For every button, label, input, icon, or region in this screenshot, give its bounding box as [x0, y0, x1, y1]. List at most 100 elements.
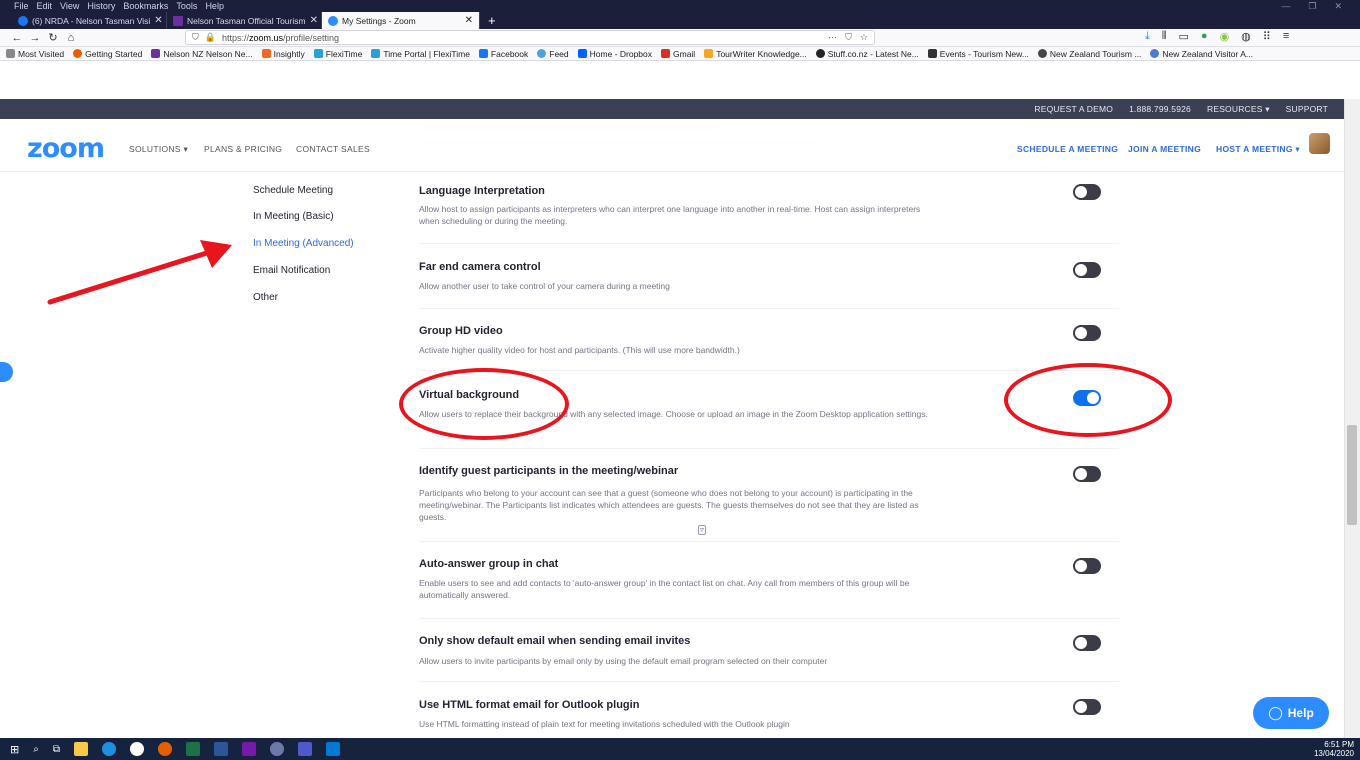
windows-start-icon[interactable]: ⊞ — [10, 743, 19, 756]
hamburger-menu-icon[interactable]: ≡ — [1283, 30, 1289, 43]
tab-nrda[interactable]: (6) NRDA - Nelson Tasman Visi ✕ — [12, 12, 167, 29]
pocket-icon[interactable]: ⛉ — [845, 32, 852, 43]
bookmark-item[interactable]: TourWriter Knowledge... — [704, 49, 807, 59]
menu-help[interactable]: Help — [205, 1, 224, 11]
search-icon[interactable]: ⌕ — [33, 744, 39, 755]
close-window-icon[interactable]: ✕ — [1334, 1, 1342, 12]
home-icon[interactable]: ⌂ — [62, 32, 80, 44]
chat-bubble-icon: ◯ — [1268, 705, 1283, 720]
bookmark-item[interactable]: Nelson NZ Nelson Ne... — [151, 49, 253, 59]
insightly-icon — [261, 49, 271, 58]
new-tab-icon[interactable]: + — [480, 12, 504, 29]
play-icon — [151, 49, 161, 58]
toggle-default-email[interactable] — [1073, 635, 1101, 651]
close-tab-icon[interactable]: ✕ — [154, 15, 162, 26]
menu-tools[interactable]: Tools — [176, 1, 197, 11]
bookmark-item[interactable]: Most Visited — [6, 49, 64, 59]
bookmark-item[interactable]: Gmail — [661, 49, 695, 59]
toggle-identify-guest[interactable] — [1073, 466, 1101, 482]
help-button[interactable]: ◯ Help — [1253, 697, 1329, 729]
sidebar-item-other[interactable]: Other — [253, 292, 278, 303]
file-explorer-icon[interactable] — [73, 742, 88, 756]
word-icon[interactable] — [213, 742, 228, 756]
menu-file[interactable]: File — [14, 1, 29, 11]
system-clock[interactable]: 6:51 PM 13/04/2020 — [1314, 740, 1354, 758]
more-actions-icon[interactable]: ··· — [828, 32, 837, 43]
extension-grid-icon[interactable]: ⠿ — [1263, 30, 1271, 43]
menu-history[interactable]: History — [87, 1, 115, 11]
scrollbar-thumb[interactable] — [1347, 425, 1357, 525]
sidebar-item-in-meeting-basic[interactable]: In Meeting (Basic) — [253, 211, 334, 222]
sidebar-item-in-meeting-advanced[interactable]: In Meeting (Advanced) — [253, 238, 354, 249]
bookmark-item[interactable]: New Zealand Visitor A... — [1150, 49, 1253, 59]
bookmark-item[interactable]: Time Portal | FlexiTime — [371, 49, 470, 59]
schedule-meeting-link[interactable]: SCHEDULE A MEETING — [1017, 144, 1118, 154]
bookmark-item[interactable]: Insightly — [261, 49, 305, 59]
request-demo-link[interactable]: REQUEST A DEMO — [1034, 104, 1113, 114]
bookmark-item[interactable]: Events - Tourism New... — [927, 49, 1029, 59]
tab-zoom-settings[interactable]: My Settings - Zoom ✕ — [322, 12, 480, 29]
sidebar-icon[interactable]: ▭ — [1179, 30, 1189, 43]
download-icon[interactable]: ⤓ — [1145, 30, 1150, 43]
info-icon[interactable]: ▿ — [698, 525, 707, 535]
phone-number[interactable]: 1.888.799.5926 — [1129, 104, 1191, 114]
contact-sales-link[interactable]: CONTACT SALES — [296, 144, 370, 154]
zoom-logo[interactable]: zoom — [27, 133, 105, 164]
divider — [419, 618, 1119, 619]
setting-title-identify-guest: Identify guest participants in the meeti… — [419, 465, 679, 477]
bookmark-item[interactable]: Facebook — [478, 49, 528, 59]
back-icon[interactable]: ← — [8, 32, 26, 44]
plans-pricing-link[interactable]: PLANS & PRICING — [204, 144, 282, 154]
close-tab-icon[interactable]: ✕ — [465, 15, 473, 26]
outlook-icon[interactable] — [325, 742, 340, 756]
bookmark-item[interactable]: Getting Started — [73, 49, 142, 59]
tab-nelson-tasman[interactable]: Nelson Tasman Official Tourism ✕ — [167, 12, 322, 29]
close-tab-icon[interactable]: ✕ — [310, 15, 318, 26]
toggle-group-hd-video[interactable] — [1073, 325, 1101, 341]
bookmark-item[interactable]: Stuff.co.nz - Latest Ne... — [815, 49, 919, 59]
menu-view[interactable]: View — [60, 1, 79, 11]
extension-green-icon[interactable]: ● — [1201, 30, 1208, 43]
restore-icon[interactable]: ❐ — [1308, 1, 1316, 12]
edge-icon[interactable] — [101, 742, 116, 756]
bookmark-item[interactable]: Home - Dropbox — [577, 49, 652, 59]
support-link[interactable]: SUPPORT — [1286, 104, 1328, 114]
host-meeting-menu[interactable]: HOST A MEETING ▾ — [1216, 144, 1300, 155]
bookmark-item[interactable]: Feed — [537, 49, 569, 59]
bookmark-item[interactable]: New Zealand Tourism ... — [1037, 49, 1141, 59]
reload-icon[interactable]: ↻ — [44, 31, 62, 44]
solutions-menu[interactable]: SOLUTIONS ▾ — [129, 144, 188, 155]
menu-bookmarks[interactable]: Bookmarks — [123, 1, 168, 11]
chrome-icon[interactable] — [129, 742, 144, 756]
page-scrollbar[interactable] — [1344, 99, 1360, 738]
teams-icon[interactable] — [297, 742, 312, 756]
menu-edit[interactable]: Edit — [37, 1, 53, 11]
shield-icon[interactable]: ⛉ — [192, 32, 199, 43]
sidebar-item-email-notification[interactable]: Email Notification — [253, 265, 330, 276]
toggle-language-interpretation[interactable] — [1073, 184, 1101, 200]
lock-icon[interactable]: 🔒 — [205, 32, 216, 43]
resources-menu[interactable]: RESOURCES ▾ — [1207, 104, 1270, 115]
account-icon[interactable]: ◍ — [1241, 30, 1251, 43]
side-panel-handle[interactable] — [0, 362, 13, 382]
join-meeting-link[interactable]: JOIN A MEETING — [1128, 144, 1201, 154]
excel-icon[interactable] — [185, 742, 200, 756]
extension-chrome-icon[interactable]: ◉ — [1220, 30, 1230, 43]
toggle-auto-answer[interactable] — [1073, 558, 1101, 574]
minimize-icon[interactable]: — — [1281, 1, 1290, 12]
onenote-icon[interactable] — [241, 742, 256, 756]
task-view-icon[interactable]: ⧉ — [53, 744, 60, 755]
avatar[interactable] — [1309, 133, 1330, 154]
url-bar[interactable]: ⛉ 🔒 https://zoom.us/profile/setting ··· … — [185, 30, 875, 45]
bookmark-star-icon[interactable]: ☆ — [860, 32, 868, 43]
flexitime-icon — [313, 49, 323, 58]
toggle-html-email-outlook[interactable] — [1073, 699, 1101, 715]
app-icon[interactable] — [269, 742, 284, 756]
forward-icon[interactable]: → — [26, 32, 44, 44]
library-icon[interactable]: ⫴ — [1162, 30, 1167, 43]
firefox-icon[interactable] — [157, 742, 172, 756]
setting-title-far-end-camera: Far end camera control — [419, 261, 541, 273]
toggle-far-end-camera[interactable] — [1073, 262, 1101, 278]
bookmark-item[interactable]: FlexiTime — [313, 49, 362, 59]
sidebar-item-schedule-meeting[interactable]: Schedule Meeting — [253, 185, 333, 196]
